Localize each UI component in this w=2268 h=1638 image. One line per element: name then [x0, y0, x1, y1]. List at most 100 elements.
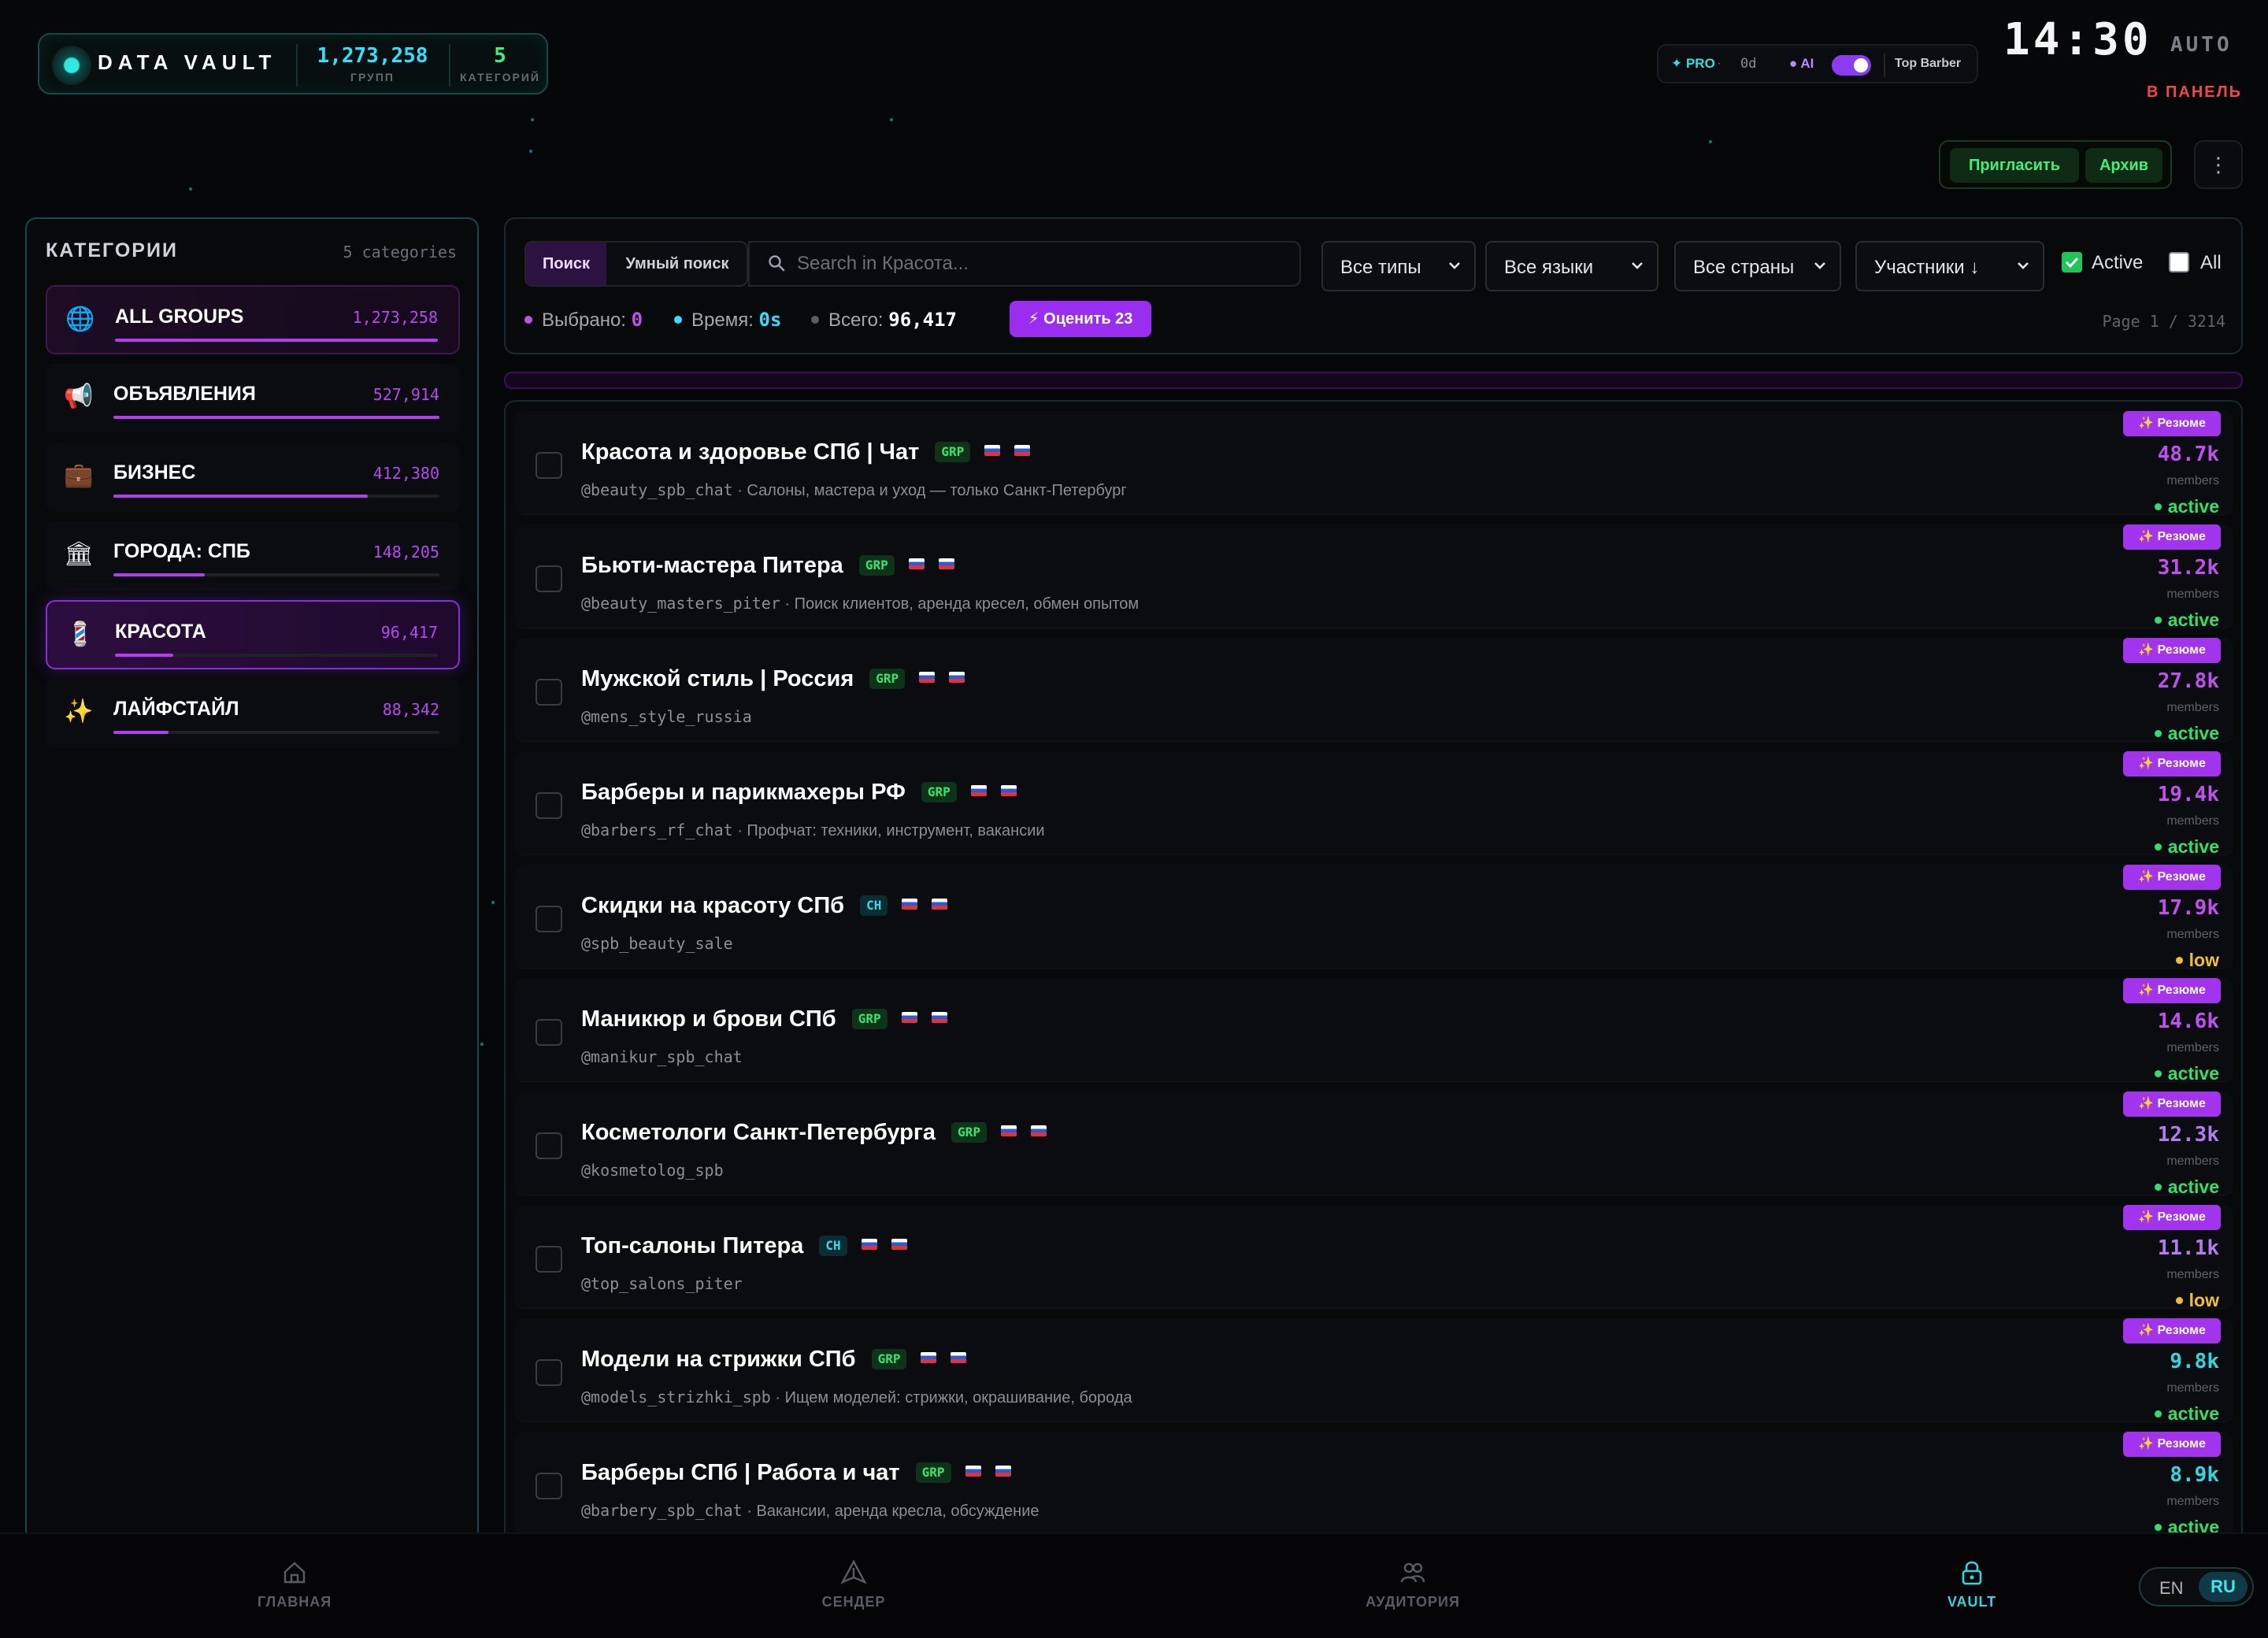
summary-button[interactable]: ✨ Резюме: [2123, 1205, 2221, 1230]
search-input[interactable]: [797, 249, 1285, 279]
row-checkbox[interactable]: [536, 792, 562, 819]
members-count: 31.2k: [2157, 556, 2219, 580]
group-title-line[interactable]: Бьюти-мастера Питера GRP: [581, 553, 954, 579]
members-count: 17.9k: [2157, 896, 2219, 920]
tab-search[interactable]: Поиск: [526, 243, 606, 285]
to-panel-link[interactable]: В ПАНЕЛЬ: [2147, 83, 2242, 102]
selected-value: 0: [631, 309, 643, 331]
sidebar-title: КАТЕГОРИИ: [46, 239, 178, 261]
group-title-line[interactable]: Мужской стиль | Россия GRP: [581, 666, 965, 692]
group-handle[interactable]: @spb_beauty_sale: [581, 934, 733, 953]
group-row[interactable]: Мужской стиль | Россия GRP @mens_style_ru…: [515, 638, 2233, 743]
group-title-line[interactable]: Косметологи Санкт-Петербурга GRP: [581, 1120, 1047, 1146]
ai-toggle[interactable]: [1832, 55, 1871, 76]
group-subtitle: @manikur_spb_chat: [581, 1047, 743, 1067]
summary-button[interactable]: ✨ Резюме: [2123, 1318, 2221, 1343]
more-menu-button[interactable]: ⋮: [2194, 140, 2243, 189]
activity-status-text: active: [2167, 1177, 2219, 1197]
row-checkbox[interactable]: [536, 1132, 562, 1159]
group-title-line[interactable]: Топ-салоны Питера CH: [581, 1233, 907, 1259]
group-handle[interactable]: @beauty_masters_piter: [581, 594, 780, 613]
group-handle[interactable]: @barbers_rf_chat: [581, 821, 733, 839]
group-handle[interactable]: @models_strizhki_spb: [581, 1388, 771, 1406]
group-handle[interactable]: @manikur_spb_chat: [581, 1047, 743, 1066]
group-handle[interactable]: @kosmetolog_spb: [581, 1161, 724, 1180]
send-icon: [840, 1559, 867, 1584]
country-select[interactable]: Все страны: [1674, 241, 1841, 291]
category-business[interactable]: 💼 БИЗНЕС 412,380: [46, 443, 460, 512]
group-title-line[interactable]: Барберы СПб | Работа и чат GRP: [581, 1460, 1011, 1486]
lang-en-option[interactable]: EN: [2159, 1578, 2184, 1599]
divider: [1884, 54, 1885, 77]
active-checkbox[interactable]: [2062, 252, 2082, 272]
category-cities-spb[interactable]: 🏛 ГОРОДА: СПБ 148,205: [46, 521, 460, 591]
group-title-line[interactable]: Маникюр и брови СПб GRP: [581, 1006, 947, 1032]
category-all-groups[interactable]: 🌐 ALL GROUPS 1,273,258: [46, 285, 460, 354]
summary-button[interactable]: ✨ Резюме: [2123, 638, 2221, 663]
activity-status: active: [2154, 836, 2219, 858]
group-title: Маникюр и брови СПб: [581, 1006, 836, 1032]
summary-button[interactable]: ✨ Резюме: [2123, 411, 2221, 436]
row-checkbox[interactable]: [536, 1019, 562, 1046]
language-switch[interactable]: EN RU: [2139, 1567, 2254, 1606]
group-title-line[interactable]: Красота и здоровье СПб | Чат GRP: [581, 439, 1031, 465]
group-row[interactable]: Барберы СПб | Работа и чат GRP @barbery_s…: [515, 1432, 2233, 1537]
group-type-tag: CH: [819, 1236, 847, 1256]
nav-home[interactable]: ГЛАВНАЯ: [216, 1558, 373, 1621]
summary-button[interactable]: ✨ Резюме: [2123, 1432, 2221, 1457]
group-row[interactable]: Барберы и парикмахеры РФ GRP @barbers_rf_…: [515, 751, 2233, 858]
row-checkbox[interactable]: [536, 1359, 562, 1386]
status-dot: [2175, 1297, 2183, 1304]
filter-panel: Поиск Умный поиск Все типы Все языки Все…: [504, 217, 2243, 354]
group-title: Бьюти-мастера Питера: [581, 553, 843, 578]
action-group: Пригласить Архив: [1939, 140, 2172, 189]
group-type-tag: GRP: [915, 1462, 951, 1483]
category-share-fill: [113, 495, 368, 498]
sort-select[interactable]: Участники ↓: [1855, 241, 2044, 291]
row-checkbox[interactable]: [536, 679, 562, 706]
group-row[interactable]: Топ-салоны Питера CH @top_salons_piter ✨ …: [515, 1205, 2233, 1310]
group-row[interactable]: Модели на стрижки СПб GRP @models_strizhk…: [515, 1318, 2233, 1424]
row-checkbox[interactable]: [536, 906, 562, 932]
summary-button[interactable]: ✨ Резюме: [2123, 978, 2221, 1003]
summary-button[interactable]: ✨ Резюме: [2123, 865, 2221, 890]
ambient-dot: [890, 118, 893, 121]
summary-button[interactable]: ✨ Резюме: [2123, 524, 2221, 550]
archive-button[interactable]: Архив: [2085, 148, 2162, 183]
rate-button[interactable]: ⚡ Оценить 23: [1010, 301, 1151, 337]
row-checkbox[interactable]: [536, 452, 562, 479]
group-title-line[interactable]: Барберы и парикмахеры РФ GRP: [581, 780, 1017, 806]
category-announcements[interactable]: 📢 ОБЪЯВЛЕНИЯ 527,914: [46, 364, 460, 433]
summary-button[interactable]: ✨ Резюме: [2123, 1091, 2221, 1117]
category-share-fill: [115, 339, 438, 342]
nav-vault[interactable]: VAULT: [1893, 1558, 2051, 1621]
row-checkbox[interactable]: [536, 565, 562, 592]
row-checkbox[interactable]: [536, 1473, 562, 1499]
group-row[interactable]: Косметологи Санкт-Петербурга GRP @kosmeto…: [515, 1091, 2233, 1197]
group-handle[interactable]: @beauty_spb_chat: [581, 480, 733, 499]
group-title-line[interactable]: Скидки на красоту СПб CH: [581, 893, 948, 919]
group-row[interactable]: Скидки на красоту СПб CH @spb_beauty_sale…: [515, 865, 2233, 970]
group-row[interactable]: Красота и здоровье СПб | Чат GRP @beauty_…: [515, 411, 2233, 517]
lang-ru-option[interactable]: RU: [2199, 1572, 2248, 1602]
category-lifestyle[interactable]: ✨ ЛАЙФСТАЙЛ 88,342: [46, 679, 460, 748]
group-handle[interactable]: @top_salons_piter: [581, 1274, 743, 1293]
all-checkbox[interactable]: [2169, 252, 2189, 272]
type-select[interactable]: Все типы: [1321, 241, 1476, 291]
row-checkbox[interactable]: [536, 1246, 562, 1273]
group-handle[interactable]: @mens_style_russia: [581, 707, 752, 726]
group-type-tag: GRP: [951, 1122, 987, 1143]
category-beauty[interactable]: 💈 КРАСОТА 96,417: [46, 600, 460, 669]
nav-audience[interactable]: АУДИТОРИЯ: [1334, 1558, 1492, 1621]
invite-button[interactable]: Пригласить: [1950, 148, 2079, 183]
group-row[interactable]: Маникюр и брови СПб GRP @manikur_spb_chat…: [515, 978, 2233, 1084]
language-select[interactable]: Все языки: [1485, 241, 1658, 291]
group-row[interactable]: Бьюти-мастера Питера GRP @beauty_masters_…: [515, 524, 2233, 630]
tab-smart-search[interactable]: Умный поиск: [606, 243, 747, 285]
total-label: Всего:: [828, 309, 884, 331]
summary-button[interactable]: ✨ Резюме: [2123, 751, 2221, 776]
category-label: БИЗНЕС: [113, 461, 196, 484]
group-title-line[interactable]: Модели на стрижки СПб GRP: [581, 1347, 967, 1373]
nav-sender[interactable]: СЕНДЕР: [775, 1558, 932, 1621]
group-handle[interactable]: @barbery_spb_chat: [581, 1501, 743, 1520]
